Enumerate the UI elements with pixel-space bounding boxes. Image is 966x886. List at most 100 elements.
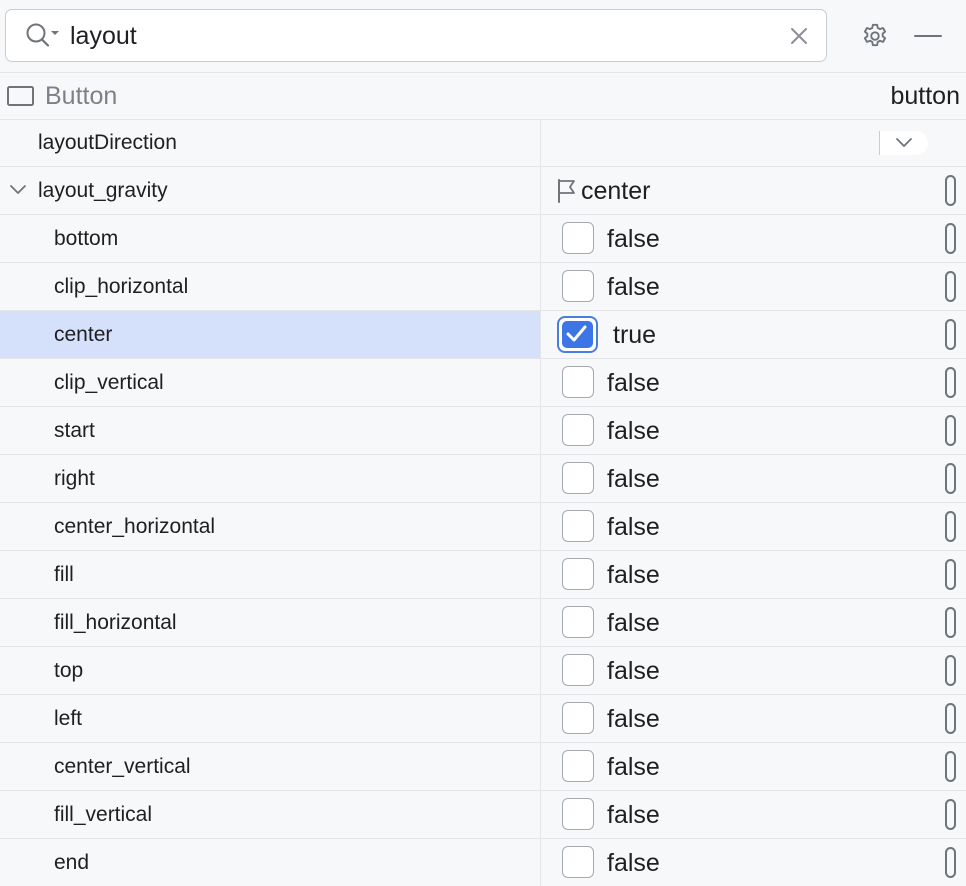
pill-handle-icon[interactable] bbox=[945, 511, 956, 542]
pill-handle-icon[interactable] bbox=[945, 463, 956, 494]
close-icon[interactable] bbox=[788, 25, 810, 47]
property-table: layoutDirection layout_gravity center bo… bbox=[0, 119, 966, 886]
flag-row-center[interactable]: center true bbox=[0, 311, 966, 359]
flag-checkbox[interactable] bbox=[562, 558, 594, 590]
layout-direction-dropdown[interactable] bbox=[879, 131, 928, 155]
search-input[interactable] bbox=[70, 18, 770, 54]
search-toolbar bbox=[0, 0, 966, 73]
flag-name: center_vertical bbox=[54, 755, 191, 778]
flag-name-cell: fill_horizontal bbox=[0, 599, 541, 646]
pill-handle-icon[interactable] bbox=[945, 847, 956, 878]
flag-value-cell: false bbox=[541, 359, 966, 406]
flag-value: true bbox=[613, 321, 657, 349]
flag-checkbox[interactable] bbox=[562, 414, 594, 446]
pill-handle-icon[interactable] bbox=[945, 607, 956, 638]
property-name: layout_gravity bbox=[38, 179, 168, 202]
flag-row-bottom[interactable]: bottom false bbox=[0, 215, 966, 263]
property-name-cell: layout_gravity bbox=[0, 167, 541, 214]
flag-name: center_horizontal bbox=[54, 515, 216, 538]
property-value-cell[interactable] bbox=[541, 119, 966, 166]
flag-checkbox[interactable] bbox=[562, 510, 594, 542]
flag-value: false bbox=[607, 369, 660, 397]
flag-value-cell: false bbox=[541, 743, 966, 790]
property-row-layout-gravity[interactable]: layout_gravity center bbox=[0, 167, 966, 215]
pill-handle-icon[interactable] bbox=[945, 655, 956, 686]
flag-checkbox[interactable] bbox=[562, 606, 594, 638]
property-value: center bbox=[581, 177, 651, 205]
flag-checkbox[interactable] bbox=[562, 846, 594, 878]
flag-value: false bbox=[607, 849, 660, 877]
flag-row-top[interactable]: top false bbox=[0, 647, 966, 695]
pill-handle-icon[interactable] bbox=[945, 703, 956, 734]
flag-value: false bbox=[607, 657, 660, 685]
flag-name: center bbox=[54, 323, 113, 346]
flag-checkbox[interactable] bbox=[562, 798, 594, 830]
flag-row-fill-vertical[interactable]: fill_vertical false bbox=[0, 791, 966, 839]
flag-checkbox[interactable] bbox=[562, 654, 594, 686]
flag-checkbox[interactable] bbox=[562, 462, 594, 494]
pill-handle-icon[interactable] bbox=[945, 799, 956, 830]
flag-row-right[interactable]: right false bbox=[0, 455, 966, 503]
flag-value-cell: false bbox=[541, 215, 966, 262]
flag-value-cell: false bbox=[541, 407, 966, 454]
property-value-cell[interactable]: center bbox=[541, 167, 966, 214]
flag-row-center-vertical[interactable]: center_vertical false bbox=[0, 743, 966, 791]
flag-name-cell: left bbox=[0, 695, 541, 742]
flag-value: false bbox=[607, 561, 660, 589]
gear-icon[interactable] bbox=[860, 21, 890, 51]
flag-row-end[interactable]: end false bbox=[0, 839, 966, 886]
flag-checkbox[interactable] bbox=[562, 366, 594, 398]
search-box[interactable] bbox=[5, 9, 827, 62]
flag-checkbox[interactable] bbox=[557, 316, 598, 353]
flag-row-clip-horizontal[interactable]: clip_horizontal false bbox=[0, 263, 966, 311]
chevron-down-icon bbox=[896, 138, 912, 147]
flag-value-cell: false bbox=[541, 263, 966, 310]
flag-value-cell: false bbox=[541, 455, 966, 502]
minimize-icon[interactable] bbox=[913, 22, 943, 50]
flag-value: false bbox=[607, 513, 660, 541]
search-icon[interactable] bbox=[24, 22, 64, 50]
flag-name: end bbox=[54, 851, 90, 874]
flag-name: top bbox=[54, 659, 84, 682]
pill-handle-icon[interactable] bbox=[945, 175, 956, 206]
flag-row-left[interactable]: left false bbox=[0, 695, 966, 743]
flag-name-cell: clip_horizontal bbox=[0, 263, 541, 310]
pill-handle-icon[interactable] bbox=[945, 415, 956, 446]
flag-row-fill-horizontal[interactable]: fill_horizontal false bbox=[0, 599, 966, 647]
flag-name-cell: end bbox=[0, 839, 541, 886]
flag-row-center-horizontal[interactable]: center_horizontal false bbox=[0, 503, 966, 551]
flag-value-cell: false bbox=[541, 839, 966, 886]
pill-handle-icon[interactable] bbox=[945, 271, 956, 302]
flag-row-start[interactable]: start false bbox=[0, 407, 966, 455]
flag-name: fill_horizontal bbox=[54, 611, 177, 634]
flag-name: bottom bbox=[54, 227, 119, 250]
flag-row-fill[interactable]: fill false bbox=[0, 551, 966, 599]
flag-value: false bbox=[607, 273, 660, 301]
property-row-layout-direction[interactable]: layoutDirection bbox=[0, 119, 966, 167]
pill-handle-icon[interactable] bbox=[945, 367, 956, 398]
flag-checkbox[interactable] bbox=[562, 222, 594, 254]
pill-handle-icon[interactable] bbox=[945, 559, 956, 590]
attributes-panel: Button button layoutDirection bbox=[0, 0, 966, 886]
button-component-icon bbox=[7, 86, 34, 106]
flag-name: left bbox=[54, 707, 83, 730]
component-type-label: Button bbox=[45, 82, 118, 110]
flag-name-cell: right bbox=[0, 455, 541, 502]
pill-handle-icon[interactable] bbox=[945, 223, 956, 254]
flag-name-cell: center_vertical bbox=[0, 743, 541, 790]
flag-name: right bbox=[54, 467, 95, 490]
component-header: Button button bbox=[0, 72, 966, 120]
flag-checkbox[interactable] bbox=[562, 270, 594, 302]
pill-handle-icon[interactable] bbox=[945, 319, 956, 350]
chevron-down-icon[interactable] bbox=[9, 183, 27, 197]
pill-handle-icon[interactable] bbox=[945, 751, 956, 782]
flag-icon bbox=[556, 178, 578, 204]
flag-value: false bbox=[607, 465, 660, 493]
flag-name-cell: fill_vertical bbox=[0, 791, 541, 838]
flag-checkbox[interactable] bbox=[562, 750, 594, 782]
flag-checkbox[interactable] bbox=[562, 702, 594, 734]
flag-row-clip-vertical[interactable]: clip_vertical false bbox=[0, 359, 966, 407]
flag-name-cell: clip_vertical bbox=[0, 359, 541, 406]
flag-name-cell: fill bbox=[0, 551, 541, 598]
flag-name: fill_vertical bbox=[54, 803, 153, 826]
